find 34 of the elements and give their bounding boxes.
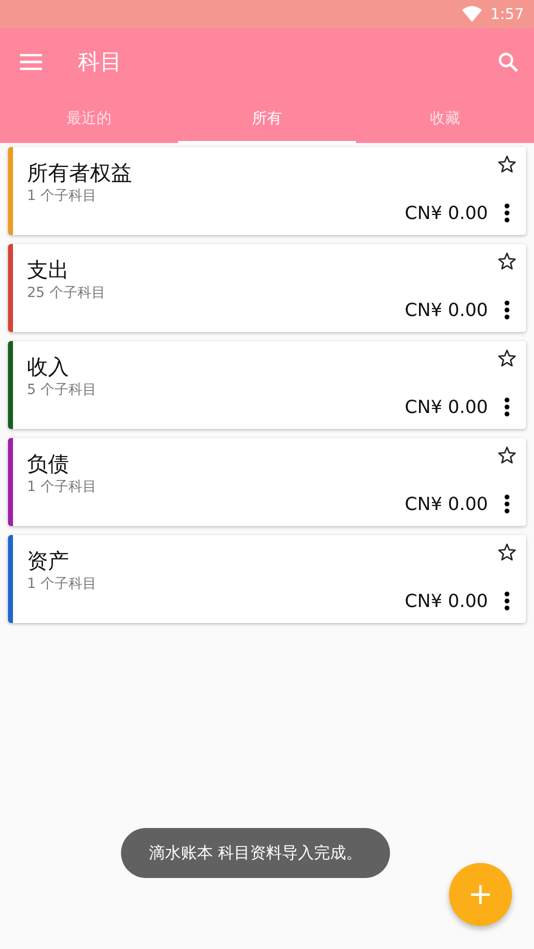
more-icon[interactable]: [504, 203, 510, 223]
account-balance: CN¥ 0.00: [404, 397, 488, 418]
account-card[interactable]: 收入 5 个子科目 CN¥ 0.00: [8, 341, 526, 429]
subaccount-count: 5 个子科目: [27, 381, 98, 399]
account-balance: CN¥ 0.00: [404, 300, 488, 321]
more-icon[interactable]: [504, 591, 510, 611]
star-icon[interactable]: [498, 543, 516, 561]
account-balance: CN¥ 0.00: [404, 203, 488, 224]
star-icon[interactable]: [498, 446, 516, 464]
account-balance: CN¥ 0.00: [404, 494, 488, 515]
wifi-icon: [462, 6, 482, 22]
subaccount-count: 1 个子科目: [27, 478, 98, 496]
clock: 1:57: [490, 5, 524, 23]
account-name: 负债: [27, 451, 70, 478]
subaccount-count: 25 个子科目: [27, 284, 106, 302]
more-icon[interactable]: [504, 300, 510, 320]
subaccount-count: 1 个子科目: [27, 575, 98, 593]
account-card[interactable]: 支出 25 个子科目 CN¥ 0.00: [8, 244, 526, 332]
more-icon[interactable]: [504, 494, 510, 514]
account-card[interactable]: 所有者权益 1 个子科目 CN¥ 0.00: [8, 147, 526, 235]
screen-title: 科目: [78, 48, 123, 76]
toast-message: 滴水账本 科目资料导入完成。: [121, 828, 390, 878]
account-name: 所有者权益: [27, 160, 133, 187]
account-name: 支出: [27, 257, 70, 284]
star-icon[interactable]: [498, 349, 516, 367]
account-card[interactable]: 负债 1 个子科目 CN¥ 0.00: [8, 438, 526, 526]
star-icon[interactable]: [498, 252, 516, 270]
account-name: 收入: [27, 354, 70, 381]
star-icon[interactable]: [498, 155, 516, 173]
account-balance: CN¥ 0.00: [404, 591, 488, 612]
more-icon[interactable]: [504, 397, 510, 417]
subaccount-count: 1 个子科目: [27, 187, 98, 205]
account-card[interactable]: 资产 1 个子科目 CN¥ 0.00: [8, 535, 526, 623]
account-name: 资产: [27, 548, 70, 575]
